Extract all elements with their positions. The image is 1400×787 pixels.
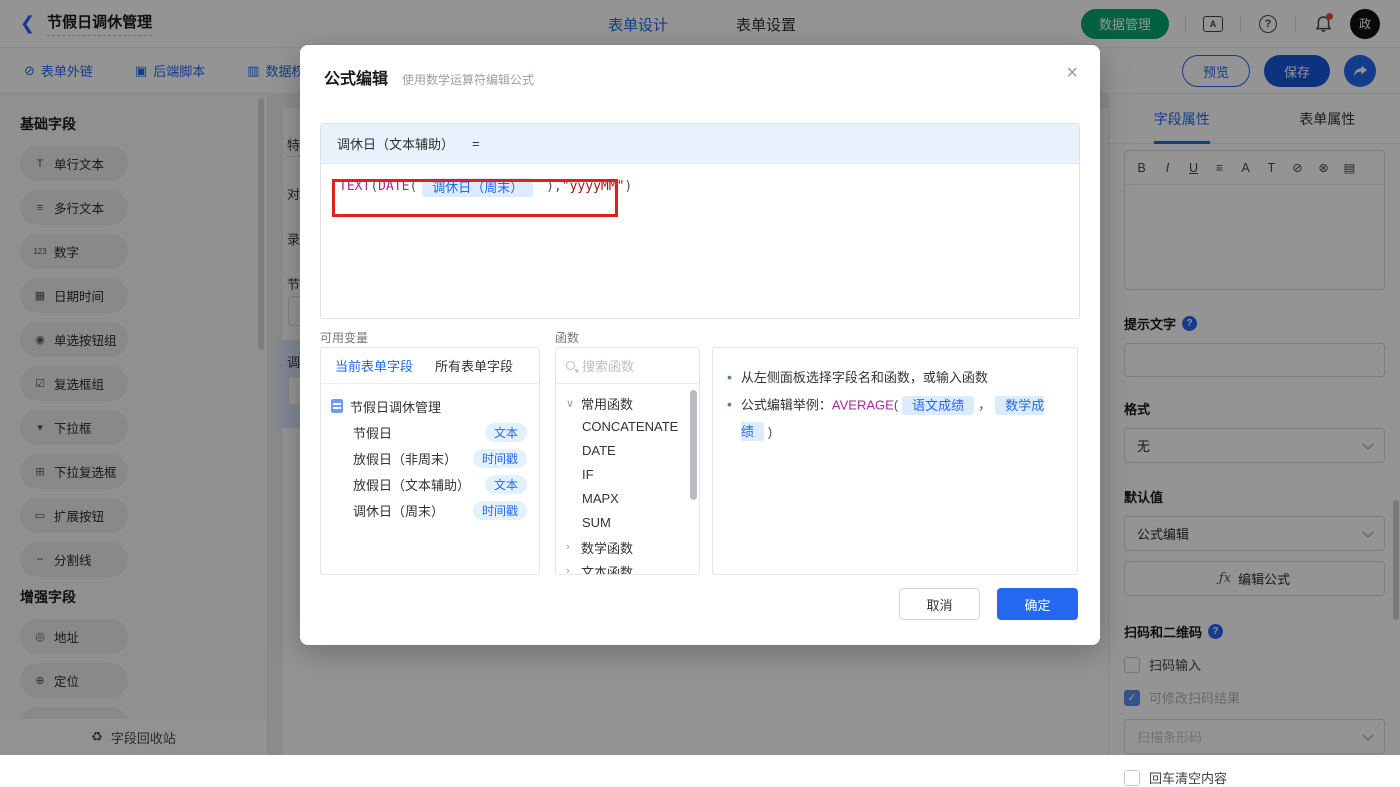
functions-label: 函数 xyxy=(555,329,579,346)
function-group-数学函数[interactable]: ›数学函数 xyxy=(566,535,699,559)
formula-editor-modal: × 公式编辑 使用数学运算符编辑公式 调休日（文本辅助） = TEXT(DATE… xyxy=(300,45,1100,645)
functions-pane: 搜索函数 ∨常用函数CONCATENATEDATEIFMAPXSUM›数学函数›… xyxy=(555,347,700,575)
formula-target-strip: 调休日（文本辅助） = xyxy=(321,124,1079,164)
checkbox-icon xyxy=(1124,770,1140,786)
field-chip[interactable]: 调休日（周末） xyxy=(422,178,533,197)
formula-token: ( xyxy=(370,179,378,194)
formula-token: ， xyxy=(978,398,991,413)
formula-token: DATE xyxy=(378,179,409,194)
modal-footer: 取消 确定 xyxy=(899,588,1078,620)
function-item-CONCATENATE[interactable]: CONCATENATE xyxy=(566,415,699,439)
formula-token: 公式编辑举例： xyxy=(741,398,832,413)
variables-tree: 节假日调休管理 节假日文本放假日（非周末）时间戳放假日（文本辅助）文本调休日（周… xyxy=(321,384,539,532)
form-tree-root[interactable]: 节假日调休管理 xyxy=(331,393,529,419)
formula-token: ) xyxy=(624,179,632,194)
help-pane: 从左侧面板选择字段名和函数，或输入函数 公式编辑举例：AVERAGE( 语文成绩 ，… xyxy=(712,347,1078,575)
variable-field-row[interactable]: 节假日文本 xyxy=(331,419,529,445)
chevron-collapsed-icon: › xyxy=(566,541,575,553)
function-search[interactable]: 搜索函数 xyxy=(556,348,699,384)
function-item-DATE[interactable]: DATE xyxy=(566,439,699,463)
variables-tabs: 当前表单字段 所有表单字段 xyxy=(321,348,539,384)
chevron-expanded-icon: ∨ xyxy=(566,397,575,410)
search-icon xyxy=(566,361,575,370)
document-icon xyxy=(331,399,343,413)
field-type-badge: 时间戳 xyxy=(473,449,527,468)
formula-input-area[interactable]: TEXT(DATE(调休日（周末） ),"yyyyMM") xyxy=(321,164,1079,318)
variable-field-row[interactable]: 放假日（非周末）时间戳 xyxy=(331,445,529,471)
field-type-badge: 文本 xyxy=(485,475,527,494)
confirm-button[interactable]: 确定 xyxy=(997,588,1078,620)
cancel-button[interactable]: 取消 xyxy=(899,588,980,620)
function-item-SUM[interactable]: SUM xyxy=(566,511,699,535)
function-item-IF[interactable]: IF xyxy=(566,463,699,487)
modal-title: 公式编辑 xyxy=(324,65,388,89)
formula-token: ( xyxy=(894,398,898,413)
formula-token: , xyxy=(554,179,562,194)
formula-token: ) xyxy=(538,179,554,194)
formula-token: AVERAGE xyxy=(832,398,894,413)
chevron-collapsed-icon: › xyxy=(566,565,575,575)
formula-token: ) xyxy=(768,424,772,439)
modal-header: 公式编辑 使用数学运算符编辑公式 xyxy=(324,65,534,89)
function-group-common[interactable]: ∨常用函数 xyxy=(566,391,699,415)
function-list: ∨常用函数CONCATENATEDATEIFMAPXSUM›数学函数›文本函数 xyxy=(556,384,699,575)
help-example: 公式编辑举例：AVERAGE(语文成绩，数学成绩) xyxy=(727,391,1063,445)
field-chip[interactable]: 语文成绩 xyxy=(902,396,974,415)
formula-editor: 调休日（文本辅助） = TEXT(DATE(调休日（周末） ),"yyyyMM"… xyxy=(320,123,1080,319)
formula-target-field: 调休日（文本辅助） xyxy=(337,134,454,153)
function-list-scrollbar[interactable] xyxy=(690,390,697,500)
variable-field-row[interactable]: 调休日（周末）时间戳 xyxy=(331,497,529,523)
variables-label: 可用变量 xyxy=(320,329,368,346)
search-placeholder: 搜索函数 xyxy=(582,356,634,375)
close-icon[interactable]: × xyxy=(1066,63,1078,83)
field-type-badge: 时间戳 xyxy=(473,501,527,520)
modal-subtitle: 使用数学运算符编辑公式 xyxy=(402,71,534,88)
function-group-文本函数[interactable]: ›文本函数 xyxy=(566,559,699,575)
checkbox-enter-clear[interactable]: 回车清空内容 xyxy=(1124,768,1385,787)
variable-fields: 节假日文本放假日（非周末）时间戳放假日（文本辅助）文本调休日（周末）时间戳 xyxy=(331,419,529,523)
formula-line: TEXT(DATE(调休日（周末） ),"yyyyMM") xyxy=(339,177,632,196)
tab-all-form-fields[interactable]: 所有表单字段 xyxy=(435,356,513,375)
equals-sign: = xyxy=(472,136,480,151)
variables-pane: 当前表单字段 所有表单字段 节假日调休管理 节假日文本放假日（非周末）时间戳放假… xyxy=(320,347,540,575)
help-tip: 从左侧面板选择字段名和函数，或输入函数 xyxy=(727,364,1063,391)
tab-current-form-fields[interactable]: 当前表单字段 xyxy=(335,356,413,375)
formula-token: "yyyyMM" xyxy=(562,179,625,194)
field-type-badge: 文本 xyxy=(485,423,527,442)
function-item-MAPX[interactable]: MAPX xyxy=(566,487,699,511)
variable-field-row[interactable]: 放假日（文本辅助）文本 xyxy=(331,471,529,497)
formula-token: TEXT xyxy=(339,179,370,194)
formula-token: ( xyxy=(409,179,417,194)
